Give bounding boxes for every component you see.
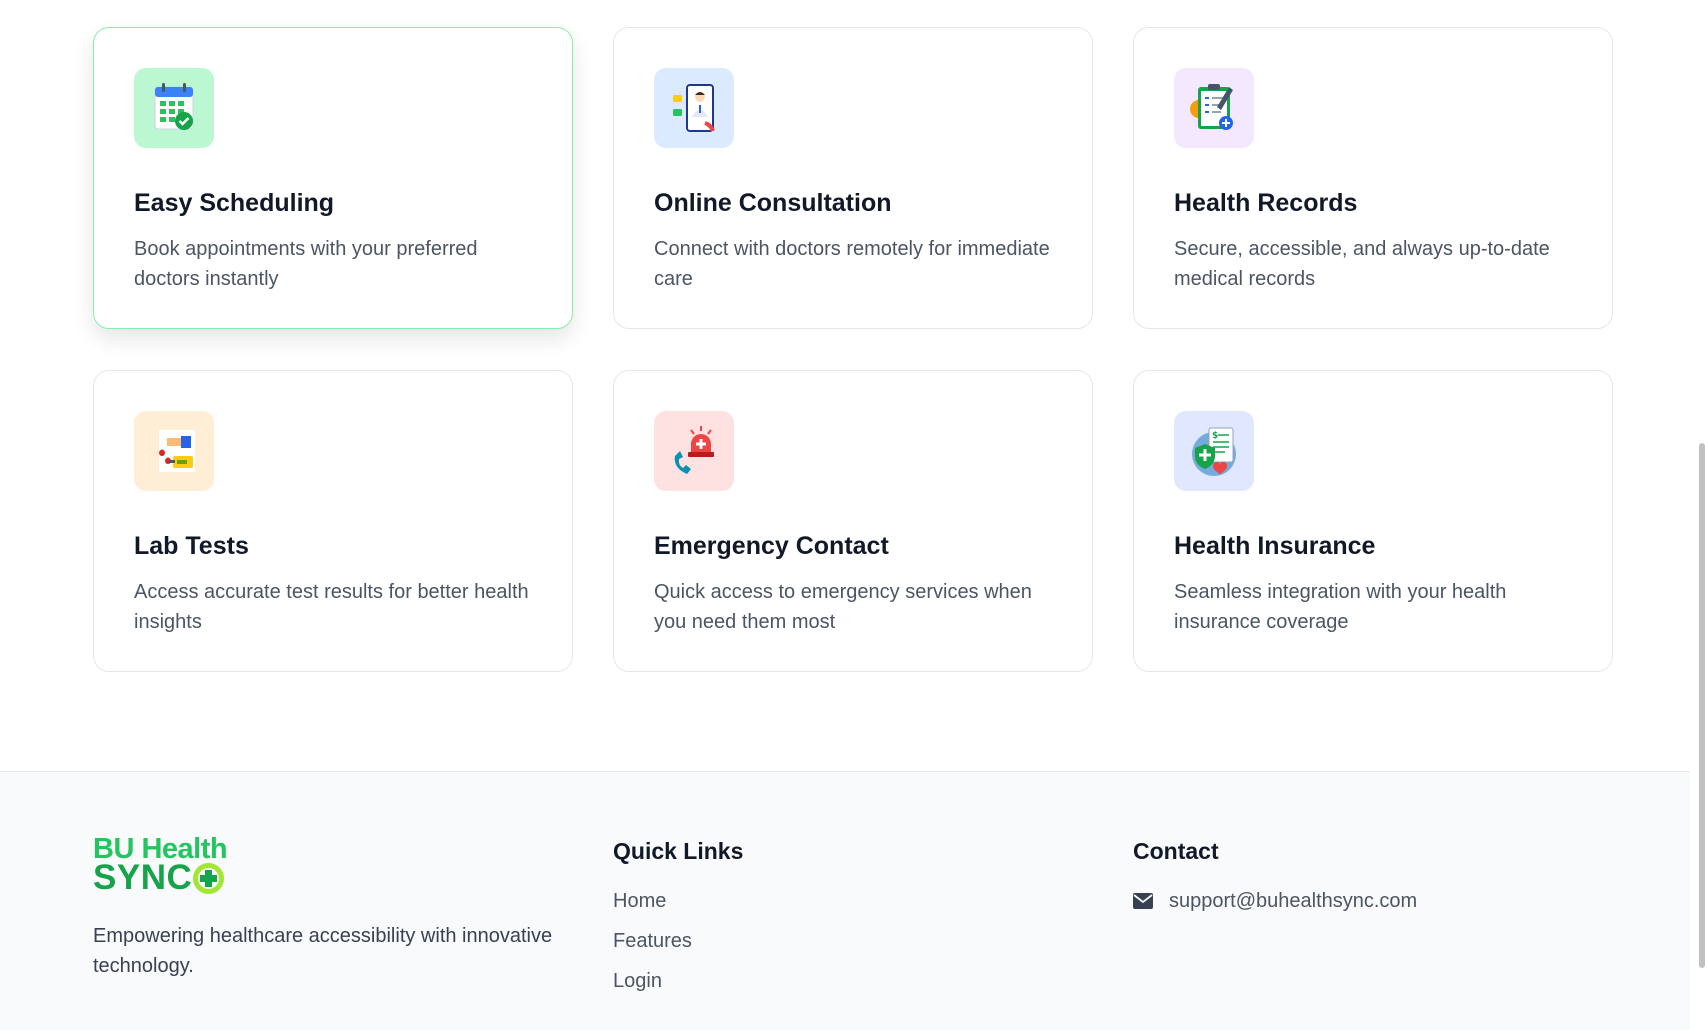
logo[interactable]: BU Health SYNC: [93, 835, 573, 897]
emergency-phone-icon: [654, 411, 734, 491]
card-description: Seamless integration with your health in…: [1174, 581, 1507, 633]
footer-quick-links: Quick Links Home Features Login: [613, 772, 743, 1008]
doctor-video-call-icon: [654, 68, 734, 148]
contact-email-row[interactable]: support@buhealthsync.com: [1133, 888, 1417, 914]
card-title: Easy Scheduling: [134, 189, 335, 217]
footer-link-login[interactable]: Login: [613, 968, 743, 994]
card-title: Online Consultation: [654, 189, 892, 217]
features-grid: Easy Scheduling Book appointments with y…: [93, 27, 1613, 672]
footer-brand: BU Health SYNC Empowering healthcare acc…: [93, 772, 573, 981]
contact-email-link[interactable]: support@buhealthsync.com: [1169, 888, 1417, 914]
feature-card-emergency-contact[interactable]: Emergency Contact Quick access to emerge…: [613, 370, 1093, 672]
logo-text-line2: SYNC: [93, 858, 573, 897]
blood-test-icon: [134, 411, 214, 491]
card-title: Health Records: [1174, 189, 1358, 217]
feature-card-easy-scheduling[interactable]: Easy Scheduling Book appointments with y…: [93, 27, 573, 329]
insurance-document-icon: $: [1174, 411, 1254, 491]
calendar-check-icon: [134, 68, 214, 148]
envelope-icon: [1133, 893, 1153, 909]
feature-card-lab-tests[interactable]: Lab Tests Access accurate test results f…: [93, 370, 573, 672]
quick-links-list: Home Features Login: [613, 888, 743, 994]
site-footer: BU Health SYNC Empowering healthcare acc…: [0, 771, 1705, 1030]
feature-card-health-records[interactable]: Health Records Secure, accessible, and a…: [1133, 27, 1613, 329]
contact-title: Contact: [1133, 838, 1219, 864]
footer-link-home[interactable]: Home: [613, 888, 743, 914]
page-scrollbar[interactable]: [1690, 0, 1705, 1030]
card-title: Health Insurance: [1174, 532, 1376, 560]
footer-link-features[interactable]: Features: [613, 928, 743, 954]
card-title: Lab Tests: [134, 532, 249, 560]
card-description: Quick access to emergency services when …: [654, 581, 1032, 633]
footer-tagline: Empowering healthcare accessibility with…: [93, 925, 553, 977]
scrollbar-thumb[interactable]: [1699, 443, 1705, 968]
card-description: Connect with doctors remotely for immedi…: [654, 238, 1050, 290]
logo-plus-icon: [193, 862, 225, 894]
card-description: Secure, accessible, and always up-to-dat…: [1174, 238, 1550, 290]
feature-card-online-consultation[interactable]: Online Consultation Connect with doctors…: [613, 27, 1093, 329]
page: Easy Scheduling Book appointments with y…: [0, 0, 1705, 1030]
svg-text:$: $: [1212, 431, 1218, 441]
quick-links-title: Quick Links: [613, 838, 744, 864]
clipboard-records-icon: [1174, 68, 1254, 148]
card-description: Access accurate test results for better …: [134, 581, 529, 633]
logo-sync-text: SYNC: [93, 858, 193, 897]
feature-card-health-insurance[interactable]: $ Health Insurance Seamless integration …: [1133, 370, 1613, 672]
card-description: Book appointments with your preferred do…: [134, 238, 478, 290]
card-title: Emergency Contact: [654, 532, 889, 560]
footer-contact: Contact support@buhealthsync.com: [1133, 772, 1417, 914]
